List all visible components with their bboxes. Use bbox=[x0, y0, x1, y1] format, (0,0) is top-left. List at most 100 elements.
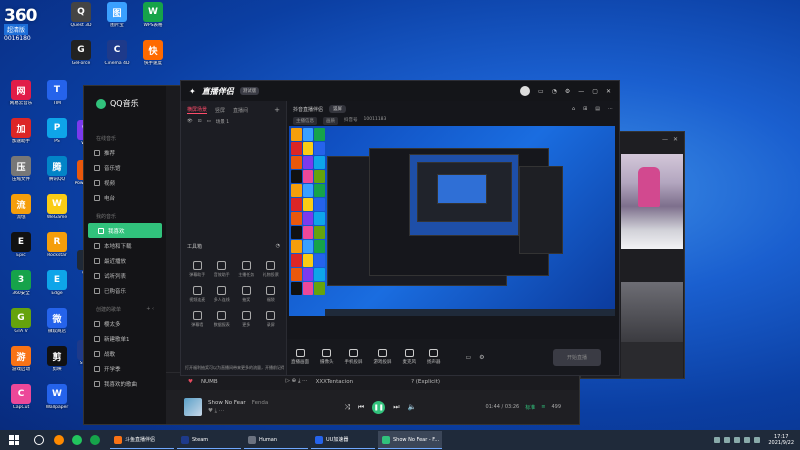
add-scene-icon[interactable]: + bbox=[274, 106, 280, 114]
desktop-shortcut[interactable]: G GeForce bbox=[64, 40, 98, 74]
sidebar-item[interactable]: 最近播放 bbox=[84, 253, 166, 268]
heart-icon[interactable]: ♥ bbox=[188, 379, 193, 385]
taskbar-app[interactable]: UU加速器 bbox=[311, 431, 375, 449]
desktop-shortcut[interactable]: W Wallpaper bbox=[40, 384, 74, 418]
toolbox-settings-icon[interactable]: ◔ bbox=[276, 243, 280, 250]
tool-0[interactable]: 弹幕助手 bbox=[185, 261, 210, 278]
minimize-icon[interactable]: — bbox=[662, 136, 668, 143]
sidebar-item[interactable]: 视频 bbox=[84, 175, 166, 190]
tool-10[interactable]: 更多 bbox=[234, 311, 259, 328]
sidebar-item[interactable]: 推荐 bbox=[84, 145, 166, 160]
tool-3[interactable]: 礼物投票 bbox=[259, 261, 284, 278]
eye-icon[interactable]: 👁 bbox=[187, 119, 193, 125]
stream-control-5[interactable]: 扬声器 bbox=[427, 349, 441, 365]
zbbl-window[interactable]: ✦ 直播伴侣 测试版 ▭ ◔ ⚙ — ▢ ✕ 横屏场景 竖屏 直播间 + 👁 ⊡… bbox=[180, 80, 620, 376]
desktop-shortcut[interactable]: 腾腾讯QQ bbox=[40, 156, 74, 190]
more-icon[interactable]: ⋯ bbox=[608, 106, 613, 112]
search-icon[interactable] bbox=[34, 435, 44, 445]
desktop-shortcut[interactable]: 图图片宝 bbox=[100, 2, 134, 36]
taskbar-app[interactable]: Show No Fear - F... bbox=[378, 431, 442, 449]
close-icon[interactable]: ✕ bbox=[673, 136, 678, 143]
clock[interactable]: 17:17 2021/9/22 bbox=[768, 434, 794, 446]
tool-1[interactable]: 音效助手 bbox=[210, 261, 235, 278]
next-icon[interactable]: ⏭ bbox=[393, 403, 399, 412]
sidebar-item[interactable]: 已购音乐 bbox=[84, 283, 166, 298]
desktop-shortcut[interactable]: 微微软商店 bbox=[40, 308, 74, 342]
camera-icon[interactable]: ▭ bbox=[466, 354, 472, 361]
pause-button[interactable]: ❚❚ bbox=[372, 400, 386, 414]
stream-control-1[interactable]: 摄像头 bbox=[320, 349, 334, 365]
desktop-shortcut[interactable]: E Epic bbox=[4, 232, 38, 266]
desktop-shortcut[interactable]: Q Quest 3D bbox=[64, 2, 98, 36]
tab-portrait[interactable]: 竖屏 bbox=[215, 107, 225, 114]
desktop-shortcut[interactable]: 快快手速度 bbox=[136, 40, 170, 74]
wechat-icon[interactable] bbox=[72, 435, 82, 445]
tool-11[interactable]: 录屏 bbox=[259, 311, 284, 328]
sidebar-item[interactable]: 战歌 bbox=[84, 346, 166, 361]
taskbar-app[interactable]: Steam bbox=[177, 431, 241, 449]
taskbar-app[interactable]: Human bbox=[244, 431, 308, 449]
chat-icon[interactable] bbox=[90, 435, 100, 445]
tool-2[interactable]: 主播任务 bbox=[234, 261, 259, 278]
desktop-shortcut[interactable]: 压压缩文件 bbox=[4, 156, 38, 190]
sidebar-item[interactable]: 我喜欢的歌曲 bbox=[84, 376, 166, 391]
album-cover[interactable] bbox=[184, 398, 202, 416]
playlist-icon[interactable]: ≡ bbox=[541, 404, 545, 410]
desktop-shortcut[interactable]: R Rockstar bbox=[40, 232, 74, 266]
desktop-shortcut[interactable]: 网网易云音乐 bbox=[4, 80, 38, 114]
minimize-icon[interactable]: — bbox=[578, 88, 584, 95]
desktop-shortcut[interactable]: 剪剪映 bbox=[40, 346, 74, 380]
tool-7[interactable]: 福袋 bbox=[259, 286, 284, 303]
desktop-shortcut[interactable]: G GTA V bbox=[4, 308, 38, 342]
taskview-icon[interactable] bbox=[54, 435, 64, 445]
song-actions[interactable]: ♥ ⤓ ⋯ bbox=[208, 408, 268, 415]
sidebar-item[interactable]: 新建歌单1 bbox=[84, 331, 166, 346]
sidebar-item[interactable]: 开学季 bbox=[84, 361, 166, 376]
desktop-shortcut[interactable]: C CapCut bbox=[4, 384, 38, 418]
desktop-shortcut[interactable]: 3 360安全 bbox=[4, 270, 38, 304]
network-icon[interactable] bbox=[744, 437, 751, 443]
sidebar-item[interactable]: 电台 bbox=[84, 190, 166, 205]
start-button[interactable] bbox=[6, 432, 22, 448]
shuffle-icon[interactable]: ⤨ bbox=[344, 403, 350, 412]
tool-8[interactable]: 弹幕墙 bbox=[185, 311, 210, 328]
tool-4[interactable]: 视频连麦 bbox=[185, 286, 210, 303]
tray-icon[interactable] bbox=[714, 437, 721, 443]
desktop-shortcut[interactable]: C Cinema 4D bbox=[100, 40, 134, 74]
scene-row[interactable]: 👁 ⊡ ▭ 场景 1 bbox=[181, 119, 286, 125]
stream-preview[interactable] bbox=[289, 126, 615, 316]
shop-icon[interactable]: ⌂ bbox=[572, 106, 575, 112]
add-playlist-icon[interactable]: + ‹ bbox=[146, 306, 154, 313]
desktop-shortcut[interactable]: 游游戏启动 bbox=[4, 346, 38, 380]
maximize-icon[interactable]: ▢ bbox=[592, 88, 598, 95]
start-live-button[interactable]: 开始直播 bbox=[552, 348, 601, 366]
sidebar-item[interactable]: 本地和下载 bbox=[84, 238, 166, 253]
desktop-shortcut[interactable]: W WPS表格 bbox=[136, 2, 170, 36]
lock-icon[interactable]: ⊡ bbox=[198, 119, 202, 125]
prev-icon[interactable]: ⏮ bbox=[358, 403, 364, 412]
desktop-shortcut[interactable]: P PS bbox=[40, 118, 74, 152]
tray-icon[interactable] bbox=[724, 437, 731, 443]
tab-room[interactable]: 直播间 bbox=[233, 107, 248, 114]
sidebar-item[interactable]: 音乐馆 bbox=[84, 160, 166, 175]
stream-control-0[interactable]: 直播画面 bbox=[291, 349, 309, 365]
track-actions[interactable]: ▷ ⊕ ⤓ ⋯ bbox=[286, 378, 308, 385]
sidebar-item[interactable]: 樱太多 bbox=[84, 316, 166, 331]
desktop-shortcut[interactable]: 流流氓 bbox=[4, 194, 38, 228]
desktop-shortcut[interactable]: W WeGame bbox=[40, 194, 74, 228]
tab-landscape[interactable]: 横屏场景 bbox=[187, 106, 208, 114]
gift-icon[interactable]: ⊞ bbox=[583, 106, 587, 112]
sidebar-item[interactable]: 试听列表 bbox=[84, 268, 166, 283]
tool-9[interactable]: 数据报表 bbox=[210, 311, 235, 328]
notice-text[interactable]: 打开福利抽奖可以为直播间带来更多的流量，开播前记得设置哦 bbox=[185, 365, 284, 371]
avatar[interactable] bbox=[519, 86, 530, 96]
close-icon[interactable]: ✕ bbox=[606, 88, 611, 95]
message-icon[interactable]: ▭ bbox=[538, 88, 544, 95]
volume-icon[interactable]: 🔈 bbox=[408, 403, 417, 411]
stream-control-3[interactable]: 游戏投屏 bbox=[374, 349, 392, 365]
taskbar-app[interactable]: 斗鱼直播伴侣 bbox=[110, 431, 174, 449]
desktop-shortcut[interactable]: 加加速助手 bbox=[4, 118, 38, 152]
chart-icon[interactable]: ▤ bbox=[595, 106, 600, 112]
desktop-shortcut[interactable]: E Edge bbox=[40, 270, 74, 304]
stream-control-2[interactable]: 手机投屏 bbox=[345, 349, 363, 365]
